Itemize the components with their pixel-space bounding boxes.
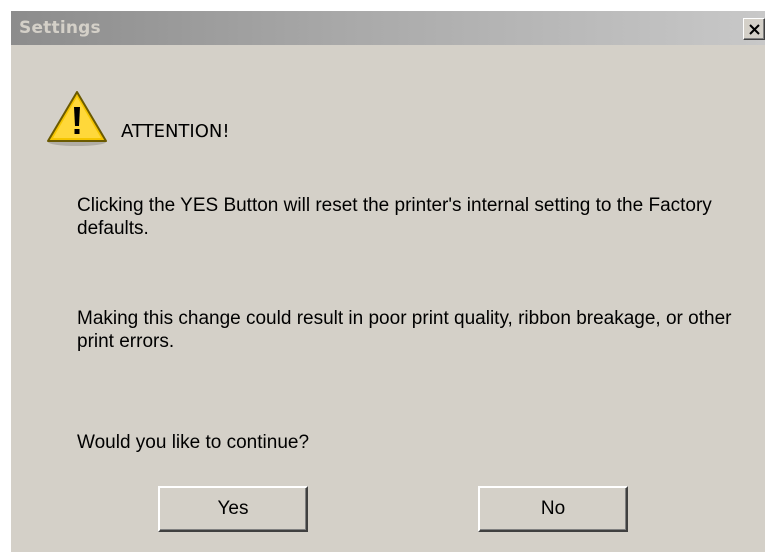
attention-heading: ATTENTION! <box>121 121 230 142</box>
title-bar[interactable]: Settings <box>11 11 765 45</box>
warning-message: Making this change could result in poor … <box>77 308 732 352</box>
close-button[interactable] <box>743 18 765 40</box>
no-button[interactable]: No <box>478 486 628 532</box>
settings-dialog: Settings ATTENTION! Clicking the YES But… <box>10 10 765 552</box>
confirm-question: Would you like to continue? <box>77 432 310 453</box>
window-title: Settings <box>19 18 101 38</box>
reset-message: Clicking the YES Button will reset the p… <box>77 195 712 239</box>
close-icon <box>749 24 760 35</box>
yes-button[interactable]: Yes <box>158 486 308 532</box>
warning-triangle-icon <box>47 91 107 146</box>
